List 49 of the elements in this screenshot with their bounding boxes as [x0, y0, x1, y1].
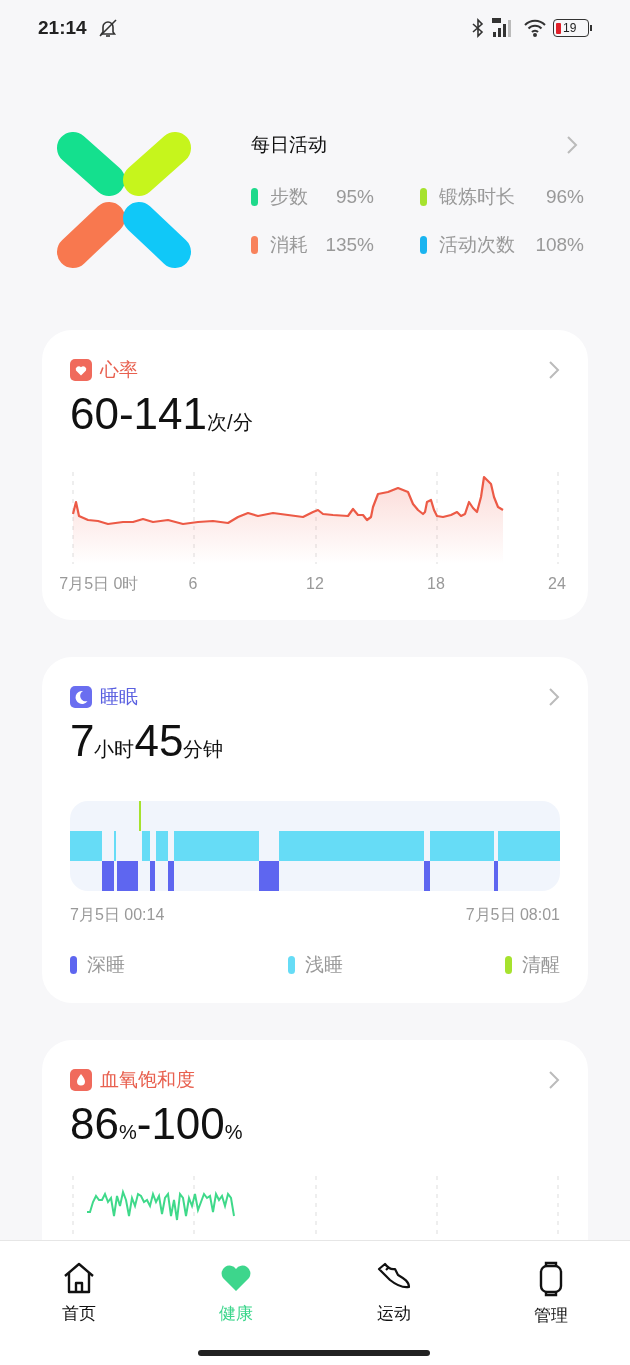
value-unit: 小时 — [94, 739, 135, 759]
chevron-right-icon[interactable] — [566, 135, 578, 155]
status-time: 21:14 — [38, 15, 87, 40]
chevron-right-icon[interactable] — [548, 360, 560, 380]
card-title: 心率 — [100, 357, 138, 382]
stat-value: 95% — [335, 184, 374, 209]
heart-rate-unit: 次/分 — [207, 412, 253, 432]
value-unit: % — [118, 1122, 137, 1142]
legend-label: 浅睡 — [304, 953, 343, 977]
value-unit: 分钟 — [183, 739, 224, 759]
legend-label: 深睡 — [87, 953, 125, 977]
tab[interactable]: 首页 — [55, 1261, 102, 1329]
blood-oxygen-card[interactable]: 血氧饱和度 86%-100% — [42, 1040, 588, 1240]
stat-value: 135% — [325, 232, 374, 257]
value-number: 7 — [70, 719, 95, 763]
stat-value: 108% — [535, 232, 584, 257]
wifi-icon — [523, 18, 547, 38]
moon-icon — [70, 686, 92, 708]
legend-label: 清醒 — [522, 953, 560, 977]
battery-icon: 19 — [553, 19, 592, 37]
axis-label: 6 — [188, 574, 198, 594]
stat-label: 消耗 — [270, 232, 308, 257]
sleep-card[interactable]: 睡眠 7小时45分钟 7月5日 00:14 7月5日 08:01 深睡 浅睡 清醒 — [42, 657, 588, 1003]
sleep-start-time: 7月5日 00:14 — [70, 905, 165, 925]
tab[interactable]: 运动 — [369, 1261, 418, 1329]
drop-icon — [70, 1069, 92, 1091]
chevron-right-icon[interactable] — [548, 1070, 560, 1090]
stat-label: 活动次数 — [439, 232, 515, 257]
card-title: 睡眠 — [100, 684, 138, 709]
value-number: 86 — [70, 1102, 119, 1146]
bluetooth-icon — [471, 18, 485, 38]
sleep-end-time: 7月5日 08:01 — [465, 905, 560, 925]
card-title: 血氧饱和度 — [100, 1067, 195, 1092]
section-title: 每日活动 — [251, 132, 327, 157]
axis-label: 12 — [306, 574, 324, 594]
tab[interactable]: 管理 — [528, 1261, 575, 1329]
heart-rate-value: 60-141 — [70, 392, 207, 436]
axis-label: 18 — [427, 574, 445, 594]
value-number: -100 — [136, 1102, 225, 1146]
stat-label: 步数 — [270, 184, 308, 209]
heart-rate-card[interactable]: 心率 60-141次/分 7月5日 0时 6 12 18 24 — [42, 330, 588, 620]
home-indicator[interactable] — [198, 1350, 430, 1356]
stat-value: 96% — [545, 184, 584, 209]
axis-label: 7月5日 0时 — [59, 574, 139, 594]
chevron-right-icon[interactable] — [548, 687, 560, 707]
value-number: 45 — [134, 719, 184, 763]
value-unit: % — [224, 1122, 243, 1142]
stat-label: 锻炼时长 — [439, 184, 515, 209]
axis-label: 24 — [548, 574, 566, 594]
